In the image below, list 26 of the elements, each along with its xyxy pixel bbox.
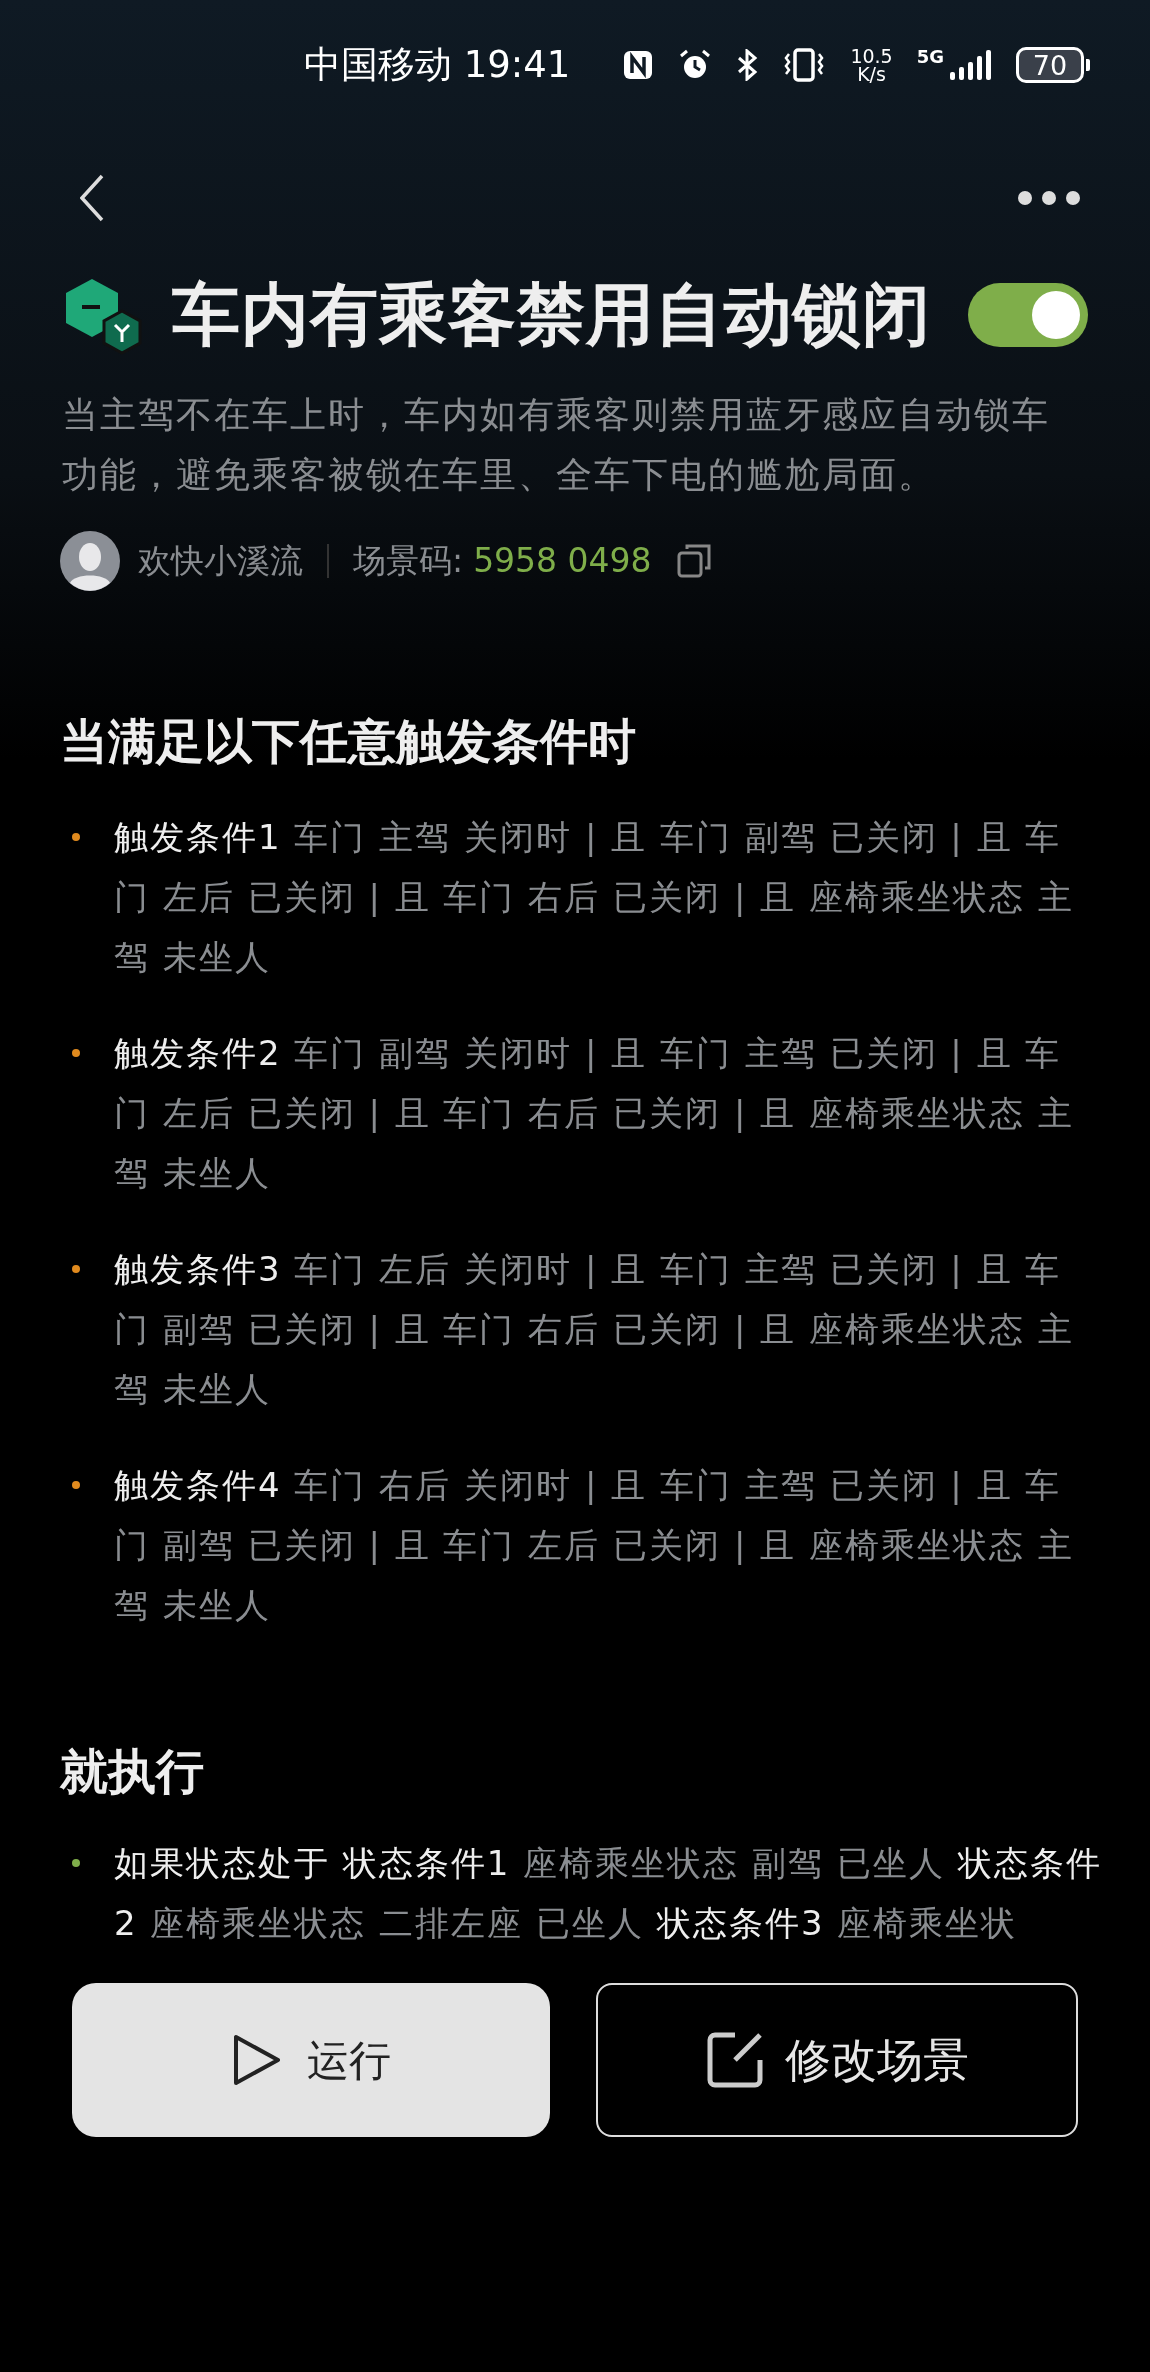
scene-description: 当主驾不在车上时，车内如有乘客则禁用蓝牙感应自动锁车功能，避免乘客被锁在车里、全车下电的尴尬局面。 bbox=[61, 393, 1051, 497]
edit-icon bbox=[705, 2030, 765, 2090]
net-speed-unit: K/s bbox=[857, 65, 886, 83]
scene-code: 5958 0498 bbox=[473, 540, 652, 583]
run-button[interactable]: 运行 bbox=[72, 1983, 550, 2137]
play-icon bbox=[231, 2032, 283, 2088]
bluetooth-icon bbox=[736, 49, 759, 81]
signal-icon bbox=[948, 48, 992, 82]
author-name: 欢快小溪流 bbox=[138, 540, 303, 583]
section-title: 就执行 bbox=[58, 1742, 205, 1801]
scene-title: 车内有乘客禁用自动锁闭 bbox=[172, 281, 932, 349]
nfc-icon bbox=[622, 49, 655, 81]
avatar-icon bbox=[60, 531, 120, 591]
section-title: 当满足以下任意触发条件时 bbox=[59, 712, 637, 771]
copy-icon[interactable] bbox=[675, 543, 712, 579]
carrier-time: 中国移动 19:41 bbox=[303, 42, 571, 89]
edit-scene-button[interactable]: 修改场景 bbox=[596, 1983, 1078, 2137]
scene-code-label: 场景码: bbox=[353, 540, 464, 583]
battery-level: 70 bbox=[1016, 47, 1084, 83]
action-condition: 如果状态处于 状态条件1 座椅乘坐状态 副驾 已坐人 状态条件2 座椅乘坐状态 二排左座 已坐人 状态条件3 座椅乘坐状 bbox=[114, 1842, 1103, 1945]
trigger-condition: 触发条件1 车门 主驾 关闭时 | 且 车门 副驾 已关闭 | 且 车门 左后 已关闭 | 且 车门 右后 已关闭 | 且 座椅乘坐状态 主驾 未坐人 bbox=[114, 816, 1075, 979]
trigger-condition: 触发条件3 车门 左后 关闭时 | 且 车门 主驾 已关闭 | 且 车门 副驾 已关闭 | 且 车门 右后 已关闭 | 且 座椅乘坐状态 主驾 未坐人 bbox=[114, 1248, 1075, 1411]
trigger-condition: 触发条件2 车门 副驾 关闭时 | 且 车门 主驾 已关闭 | 且 车门 左后 已关闭 | 且 车门 右后 已关闭 | 且 座椅乘坐状态 主驾 未坐人 bbox=[114, 1032, 1075, 1195]
network-type: 5G bbox=[916, 48, 944, 66]
net-speed: 10.5 bbox=[850, 47, 893, 65]
trigger-condition: 触发条件4 车门 右后 关闭时 | 且 车门 主驾 已关闭 | 且 车门 副驾 已关闭 | 且 车门 左后 已关闭 | 且 座椅乘坐状态 主驾 未坐人 bbox=[114, 1464, 1075, 1627]
